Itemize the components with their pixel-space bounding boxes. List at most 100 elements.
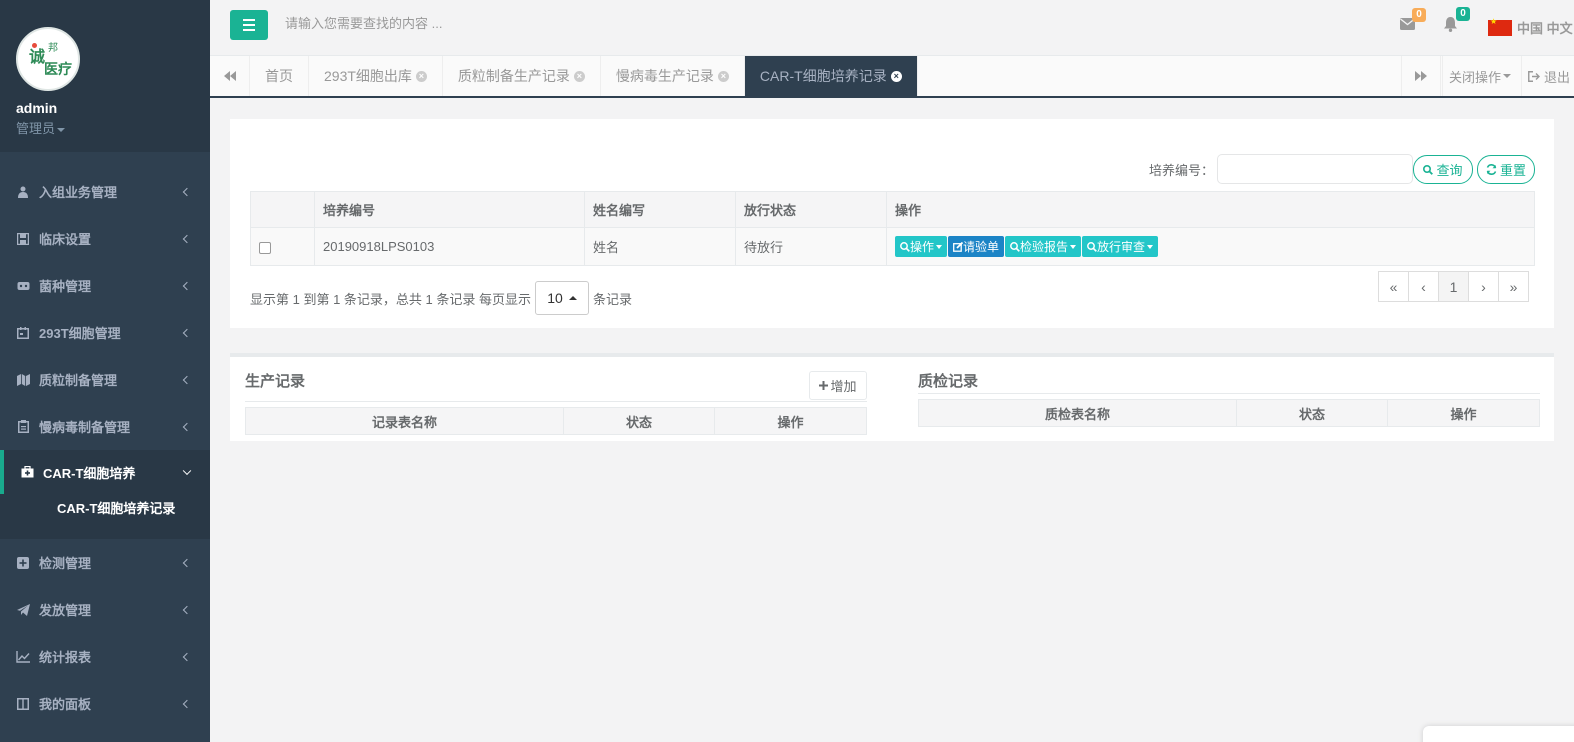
- column-header: 操作: [886, 191, 1535, 228]
- qc-records-title: 质检记录: [918, 373, 979, 390]
- chevron-left-icon: [182, 328, 192, 337]
- row-checkbox[interactable]: [259, 241, 271, 254]
- prev-page-button[interactable]: ‹: [1408, 271, 1439, 302]
- last-page-button[interactable]: »: [1498, 271, 1529, 302]
- floating-widget[interactable]: [1423, 726, 1574, 742]
- close-icon[interactable]: ×: [415, 70, 427, 82]
- user-md-icon: [16, 185, 30, 199]
- sign-out-icon: [1528, 70, 1540, 82]
- mail-count-badge: 0: [1412, 8, 1426, 22]
- column-header: 质检表名称: [918, 399, 1237, 427]
- column-header: 放行状态: [735, 191, 887, 228]
- tab-lentivirus-record[interactable]: 慢病毒生产记录 ×: [601, 56, 745, 96]
- column-header: 操作: [714, 407, 867, 435]
- status-cell: 待放行: [735, 227, 887, 266]
- sidebar-subitem-cart-record[interactable]: CAR-T细胞培养记录: [0, 494, 210, 539]
- search-plus-icon: [1087, 241, 1097, 252]
- language-selector[interactable]: 中国 中文: [1488, 17, 1573, 37]
- select-column-header: [250, 191, 315, 228]
- tab-cart-record[interactable]: CAR-T细胞培养记录 ×: [744, 56, 918, 96]
- bell-icon: [1444, 17, 1457, 32]
- culture-records-table: 培养编号 姓名编写 放行状态 操作 20190918LPS0103 姓名 待放行…: [250, 191, 1535, 266]
- search-input[interactable]: [285, 16, 685, 31]
- paper-plane-icon: [16, 603, 30, 617]
- tab-293t-outbound[interactable]: 293T细胞出库 ×: [309, 56, 443, 96]
- search-icon: [1423, 164, 1434, 175]
- logout-button[interactable]: 退出: [1521, 56, 1574, 96]
- sidebar-item-293t[interactable]: 293T细胞管理: [0, 309, 210, 356]
- forward-icon: [1415, 71, 1427, 81]
- search-plus-icon: [900, 241, 910, 252]
- notification-count-badge: 0: [1456, 7, 1470, 21]
- plus-square-icon: [16, 556, 30, 570]
- first-page-button[interactable]: «: [1378, 271, 1409, 302]
- close-operations-dropdown[interactable]: 关闭操作: [1442, 56, 1517, 96]
- table-row: 20190918LPS0103 姓名 待放行 操作 请验单 检验报告 放行审查: [250, 227, 1535, 266]
- edit-icon: [953, 241, 964, 252]
- add-production-record-button[interactable]: 增加: [809, 371, 867, 400]
- chevron-left-icon: [182, 699, 192, 708]
- username[interactable]: admin: [16, 100, 194, 116]
- inspection-request-button[interactable]: 请验单: [948, 236, 1005, 257]
- close-icon[interactable]: ×: [890, 70, 902, 82]
- tabs-bar: 首页 293T细胞出库 × 质粒制备生产记录 × 慢病毒生产记录 × CAR-T细胞培…: [210, 56, 1574, 98]
- tab-plasmid-record[interactable]: 质粒制备生产记录 ×: [443, 56, 601, 96]
- chevron-down-icon: [182, 466, 192, 476]
- page-size-dropdown[interactable]: 10: [534, 281, 589, 315]
- production-records-title: 生产记录: [245, 373, 306, 390]
- sidebar-item-reports[interactable]: 统计报表: [0, 633, 210, 680]
- column-header: 培养编号: [314, 191, 585, 228]
- sidebar-item-testing[interactable]: 检测管理: [0, 539, 210, 586]
- sidebar-item-dashboard[interactable]: 我的面板: [0, 680, 210, 727]
- chevron-left-icon: [182, 234, 192, 243]
- menu-toggle-button[interactable]: [230, 10, 268, 40]
- sidebar: 诚邦医疗 admin 管理员 入组业务管理 临床设置 菌种管理 293T细胞管理…: [0, 0, 210, 742]
- role-dropdown[interactable]: 管理员: [16, 118, 194, 137]
- reset-button[interactable]: 重置: [1477, 155, 1535, 184]
- sidebar-item-plasmid[interactable]: 质粒制备管理: [0, 356, 210, 403]
- page-button-current[interactable]: 1: [1438, 271, 1469, 302]
- tab-home[interactable]: 首页: [250, 56, 309, 96]
- sidebar-item-cart[interactable]: CAR-T细胞培养: [0, 450, 210, 494]
- caret-down-icon: [57, 127, 66, 132]
- map-icon: [16, 373, 30, 387]
- backward-icon: [223, 71, 236, 81]
- sidebar-item-clinical[interactable]: 临床设置: [0, 215, 210, 262]
- pagination: « ‹ 1 › »: [1378, 271, 1529, 302]
- clipboard-icon: [16, 420, 30, 434]
- operation-dropdown-button[interactable]: 操作: [895, 236, 948, 257]
- culture-id-cell: 20190918LPS0103: [314, 227, 585, 266]
- close-icon[interactable]: ×: [573, 70, 585, 82]
- release-review-dropdown-button[interactable]: 放行审查: [1082, 236, 1159, 257]
- notification-button[interactable]: 0: [1444, 7, 1470, 32]
- column-header: 姓名编写: [584, 191, 736, 228]
- profile: 诚邦医疗 admin 管理员: [0, 0, 210, 152]
- column-header: 状态: [563, 407, 715, 435]
- chevron-left-icon: [182, 187, 192, 196]
- chevron-left-icon: [182, 281, 192, 290]
- search-button[interactable]: 查询: [1413, 155, 1473, 184]
- tabs-scroll-left-button[interactable]: [210, 56, 250, 96]
- tray-icon: [16, 279, 30, 293]
- qc-records-table: 质检表名称 状态 操作: [918, 399, 1540, 427]
- column-header: 状态: [1236, 399, 1388, 427]
- records-panel: 生产记录 增加 记录表名称 状态 操作 质检记录 质检表名称 状态 操作: [230, 353, 1554, 441]
- tabs-scroll-right-button[interactable]: [1401, 56, 1441, 96]
- inspection-report-dropdown-button[interactable]: 检验报告: [1005, 236, 1082, 257]
- sidebar-item-strain[interactable]: 菌种管理: [0, 262, 210, 309]
- name-cell: 姓名: [584, 227, 736, 266]
- next-page-button[interactable]: ›: [1468, 271, 1499, 302]
- column-header: 操作: [1387, 399, 1540, 427]
- mail-button[interactable]: 0: [1400, 8, 1426, 32]
- caret-up-icon: [568, 296, 577, 300]
- sidebar-item-enrollment[interactable]: 入组业务管理: [0, 168, 210, 215]
- logo: 诚邦医疗: [16, 27, 80, 91]
- column-header: 记录表名称: [245, 407, 564, 435]
- china-flag-icon: [1488, 17, 1512, 36]
- plus-icon: [819, 381, 829, 390]
- close-icon[interactable]: ×: [717, 70, 729, 82]
- sidebar-item-release[interactable]: 发放管理: [0, 586, 210, 633]
- sidebar-nav: 入组业务管理 临床设置 菌种管理 293T细胞管理 质粒制备管理 慢病毒制备管理…: [0, 168, 210, 727]
- culture-id-input[interactable]: [1217, 154, 1413, 184]
- sidebar-item-lentivirus[interactable]: 慢病毒制备管理: [0, 403, 210, 450]
